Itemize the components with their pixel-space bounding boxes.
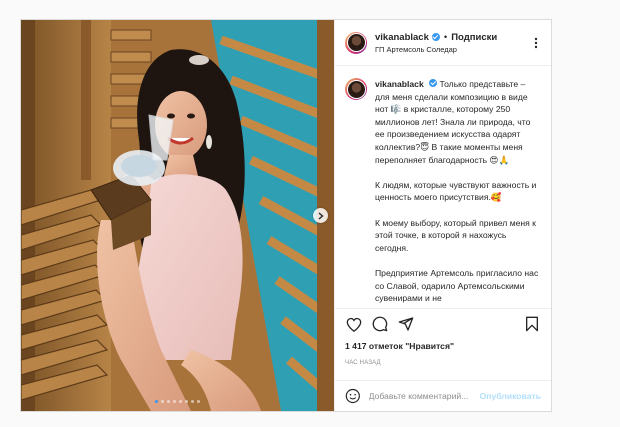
carousel-indicator xyxy=(21,400,334,403)
comment-form: Опубликовать xyxy=(335,380,551,411)
caption-paragraph-4: Предприятие Артемсоль пригласило нас со … xyxy=(375,267,539,304)
caption-paragraph-1: Только представьте – для меня сделали ко… xyxy=(375,79,531,165)
location-link[interactable]: ГП Артемсоль Соледар xyxy=(375,45,531,54)
post-actions: 1 417 отметок "Нравится" ЧАС НАЗАД xyxy=(335,308,551,380)
post-timestamp[interactable]: ЧАС НАЗАД xyxy=(345,360,541,366)
bookmark-icon xyxy=(526,316,538,332)
share-icon xyxy=(398,317,414,331)
comment-icon xyxy=(372,316,388,332)
comment-button[interactable] xyxy=(371,315,389,333)
caption-avatar[interactable] xyxy=(345,78,367,100)
carousel-dot xyxy=(185,400,188,403)
carousel-dot xyxy=(191,400,194,403)
caption-username-link[interactable]: vikanablack xyxy=(375,79,424,89)
likes-count[interactable]: 1 417 отметок "Нравится" xyxy=(345,341,541,351)
caption-paragraph-3: К моему выбору, который привел меня к эт… xyxy=(375,217,536,253)
post-photo-image xyxy=(21,20,334,411)
instagram-post: vikanablack • Подписки ГП Артемсоль Соле… xyxy=(20,19,552,412)
post-header: vikanablack • Подписки ГП Артемсоль Соле… xyxy=(335,20,551,66)
next-slide-button[interactable] xyxy=(313,208,328,223)
verified-badge-icon xyxy=(431,33,440,41)
publish-button[interactable]: Опубликовать xyxy=(480,391,541,401)
share-button[interactable] xyxy=(397,315,415,333)
header-text: vikanablack • Подписки ГП Артемсоль Соле… xyxy=(375,32,531,54)
comment-input[interactable] xyxy=(368,391,480,401)
like-button[interactable] xyxy=(345,315,363,333)
post-photo[interactable] xyxy=(21,20,334,411)
carousel-dot xyxy=(173,400,176,403)
avatar[interactable] xyxy=(345,31,367,54)
following-button[interactable]: Подписки xyxy=(451,32,497,43)
carousel-dot xyxy=(155,400,158,403)
separator-dot: • xyxy=(443,31,448,43)
carousel-dot xyxy=(197,400,200,403)
carousel-dot xyxy=(161,400,164,403)
caption-text: vikanablack Только представьте – для мен… xyxy=(375,78,541,308)
caption-paragraph-2: К людям, которые чувствуют важность и це… xyxy=(375,179,537,203)
carousel-dot xyxy=(167,400,170,403)
emoji-icon[interactable] xyxy=(345,388,361,404)
chevron-right-icon xyxy=(318,211,324,220)
username-link[interactable]: vikanablack xyxy=(375,32,429,43)
save-button[interactable] xyxy=(523,315,541,333)
more-icon[interactable] xyxy=(531,37,541,49)
caption-area: vikanablack Только представьте – для мен… xyxy=(335,66,551,308)
verified-badge-icon xyxy=(429,79,438,87)
post-sidebar: vikanablack • Подписки ГП Артемсоль Соле… xyxy=(334,20,551,411)
heart-icon xyxy=(346,317,362,332)
carousel-dot xyxy=(179,400,182,403)
